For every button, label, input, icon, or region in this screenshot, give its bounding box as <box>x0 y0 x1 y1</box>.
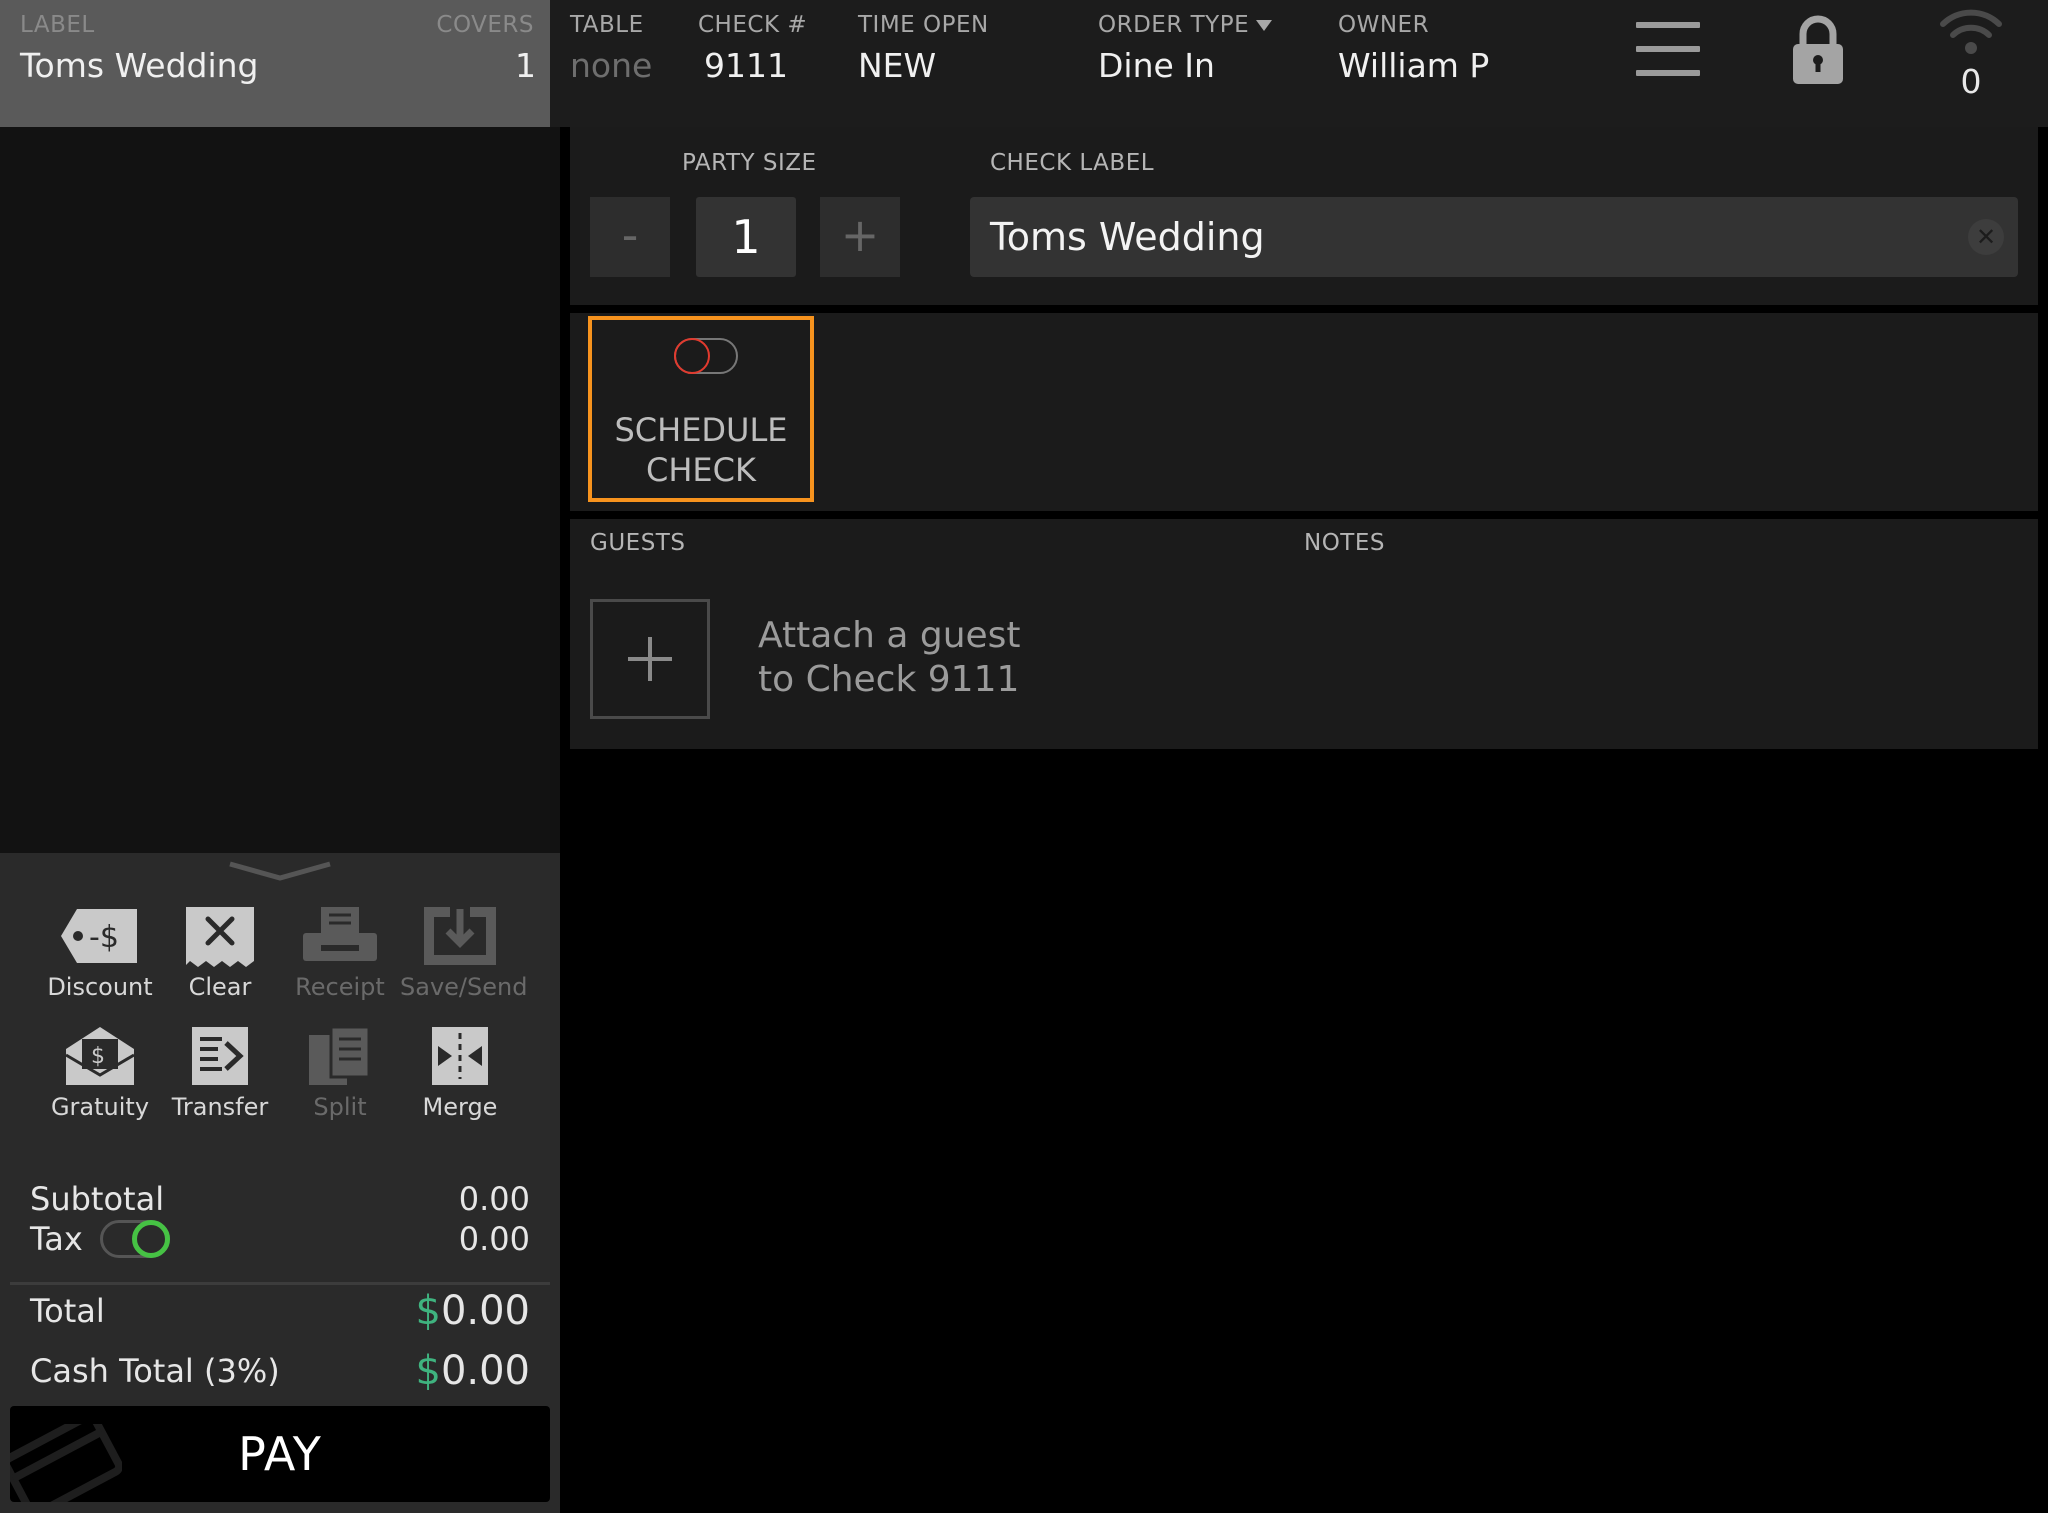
gratuity-envelope-icon: $ <box>65 1027 135 1085</box>
save-send-label: Save/Send <box>400 973 528 1001</box>
attach-guest-button[interactable] <box>590 599 710 719</box>
time-open-value: NEW <box>858 46 937 85</box>
gratuity-button[interactable]: $ Gratuity <box>40 1025 160 1121</box>
total-label: Total <box>30 1292 105 1330</box>
covers-value: 1 <box>515 46 536 85</box>
discount-label: Discount <box>47 973 153 1001</box>
total-amount: $0.00 <box>415 1288 530 1334</box>
attach-guest-line2: to Check 9111 <box>758 659 1020 700</box>
covers-caption: COVERS <box>436 12 534 38</box>
clear-button[interactable]: Clear <box>160 905 280 1001</box>
svg-text:$: $ <box>91 1044 105 1069</box>
time-open-caption: TIME OPEN <box>858 12 989 38</box>
pay-button[interactable]: PAY <box>10 1406 550 1502</box>
discount-tag-icon: -$ <box>61 909 137 963</box>
tax-toggle[interactable] <box>100 1220 170 1258</box>
totals-divider <box>10 1282 550 1285</box>
wifi-icon <box>1940 9 2002 54</box>
attach-guest-text: Attach a guest to Check 9111 <box>758 614 1021 702</box>
lock-icon[interactable] <box>1790 14 1846 86</box>
split-button[interactable]: Split <box>280 1025 400 1121</box>
check-label-caption: CHECK LABEL <box>990 150 1155 176</box>
transfer-icon <box>192 1027 248 1085</box>
order-type-value: Dine In <box>1098 46 1215 85</box>
table-caption: TABLE <box>570 12 644 38</box>
check-label-input-text: Toms Wedding <box>990 215 1265 259</box>
menu-icon[interactable] <box>1636 22 1700 80</box>
receipt-label: Receipt <box>295 973 385 1001</box>
dropdown-caret-icon <box>1256 20 1272 31</box>
tax-label: Tax <box>30 1220 83 1258</box>
merge-icon <box>432 1027 488 1085</box>
cash-total-row: Cash Total (3%) $0.00 <box>30 1348 530 1394</box>
party-size-minus-button[interactable]: - <box>590 197 670 277</box>
schedule-check-label: SCHEDULE CHECK <box>592 410 810 490</box>
clear-input-icon[interactable]: ✕ <box>1968 219 2004 255</box>
clear-receipt-icon <box>186 907 254 967</box>
label-value: Toms Wedding <box>20 46 259 85</box>
schedule-toggle[interactable] <box>674 338 738 374</box>
cash-total-currency: $ <box>415 1348 441 1394</box>
save-send-button[interactable]: Save/Send <box>400 905 528 1001</box>
order-type-caption: ORDER TYPE <box>1098 12 1250 38</box>
tax-value: 0.00 <box>458 1220 530 1258</box>
printer-icon <box>303 907 377 961</box>
transfer-button[interactable]: Transfer <box>160 1025 280 1121</box>
pay-label: PAY <box>238 1427 322 1481</box>
subtotal-label: Subtotal <box>30 1180 165 1218</box>
label-caption: LABEL <box>20 12 95 38</box>
check-number-caption: CHECK # <box>698 12 808 38</box>
save-send-icon <box>424 907 496 965</box>
owner-caption: OWNER <box>1338 12 1430 38</box>
discount-button[interactable]: -$ Discount <box>40 905 160 1001</box>
svg-text:-$: -$ <box>89 920 119 955</box>
top-bar: LABEL Toms Wedding COVERS 1 TABLE none C… <box>0 0 2048 127</box>
transfer-label: Transfer <box>171 1093 269 1121</box>
order-items-list <box>0 127 560 853</box>
cash-total-value: 0.00 <box>440 1348 530 1394</box>
notes-caption: NOTES <box>1304 530 1385 556</box>
party-size-plus-button[interactable]: + <box>820 197 900 277</box>
split-icon <box>309 1025 371 1085</box>
check-label-header[interactable]: LABEL Toms Wedding COVERS 1 <box>0 0 550 127</box>
schedule-label-line2: CHECK <box>646 451 756 489</box>
merge-button[interactable]: Merge <box>400 1025 520 1121</box>
connection-count: 0 <box>1960 62 1982 101</box>
total-currency: $ <box>415 1288 441 1334</box>
party-size-value: 1 <box>696 197 796 277</box>
schedule-check-button[interactable]: SCHEDULE CHECK <box>588 316 814 502</box>
check-label-input[interactable]: Toms Wedding ✕ <box>970 197 2018 277</box>
merge-label: Merge <box>422 1093 498 1121</box>
attach-guest-line1: Attach a guest <box>758 615 1021 656</box>
plus-icon <box>628 637 672 681</box>
schedule-label-line1: SCHEDULE <box>614 411 788 449</box>
check-number-value: 9111 <box>704 46 788 85</box>
clear-label: Clear <box>188 973 252 1001</box>
subtotal-row: Subtotal 0.00 <box>30 1180 530 1218</box>
guests-caption: GUESTS <box>590 530 686 556</box>
receipt-button[interactable]: Receipt <box>280 905 400 1001</box>
cash-total-amount: $0.00 <box>415 1348 530 1394</box>
party-size-caption: PARTY SIZE <box>682 150 817 176</box>
total-value: 0.00 <box>440 1288 530 1334</box>
cash-total-label: Cash Total (3%) <box>30 1352 280 1390</box>
chevron-down-icon[interactable] <box>228 860 332 882</box>
owner-value: William P <box>1338 46 1490 85</box>
subtotal-value: 0.00 <box>458 1180 530 1218</box>
split-label: Split <box>313 1093 367 1121</box>
table-value: none <box>570 46 653 85</box>
total-row: Total $0.00 <box>30 1288 530 1334</box>
gratuity-label: Gratuity <box>50 1093 150 1121</box>
